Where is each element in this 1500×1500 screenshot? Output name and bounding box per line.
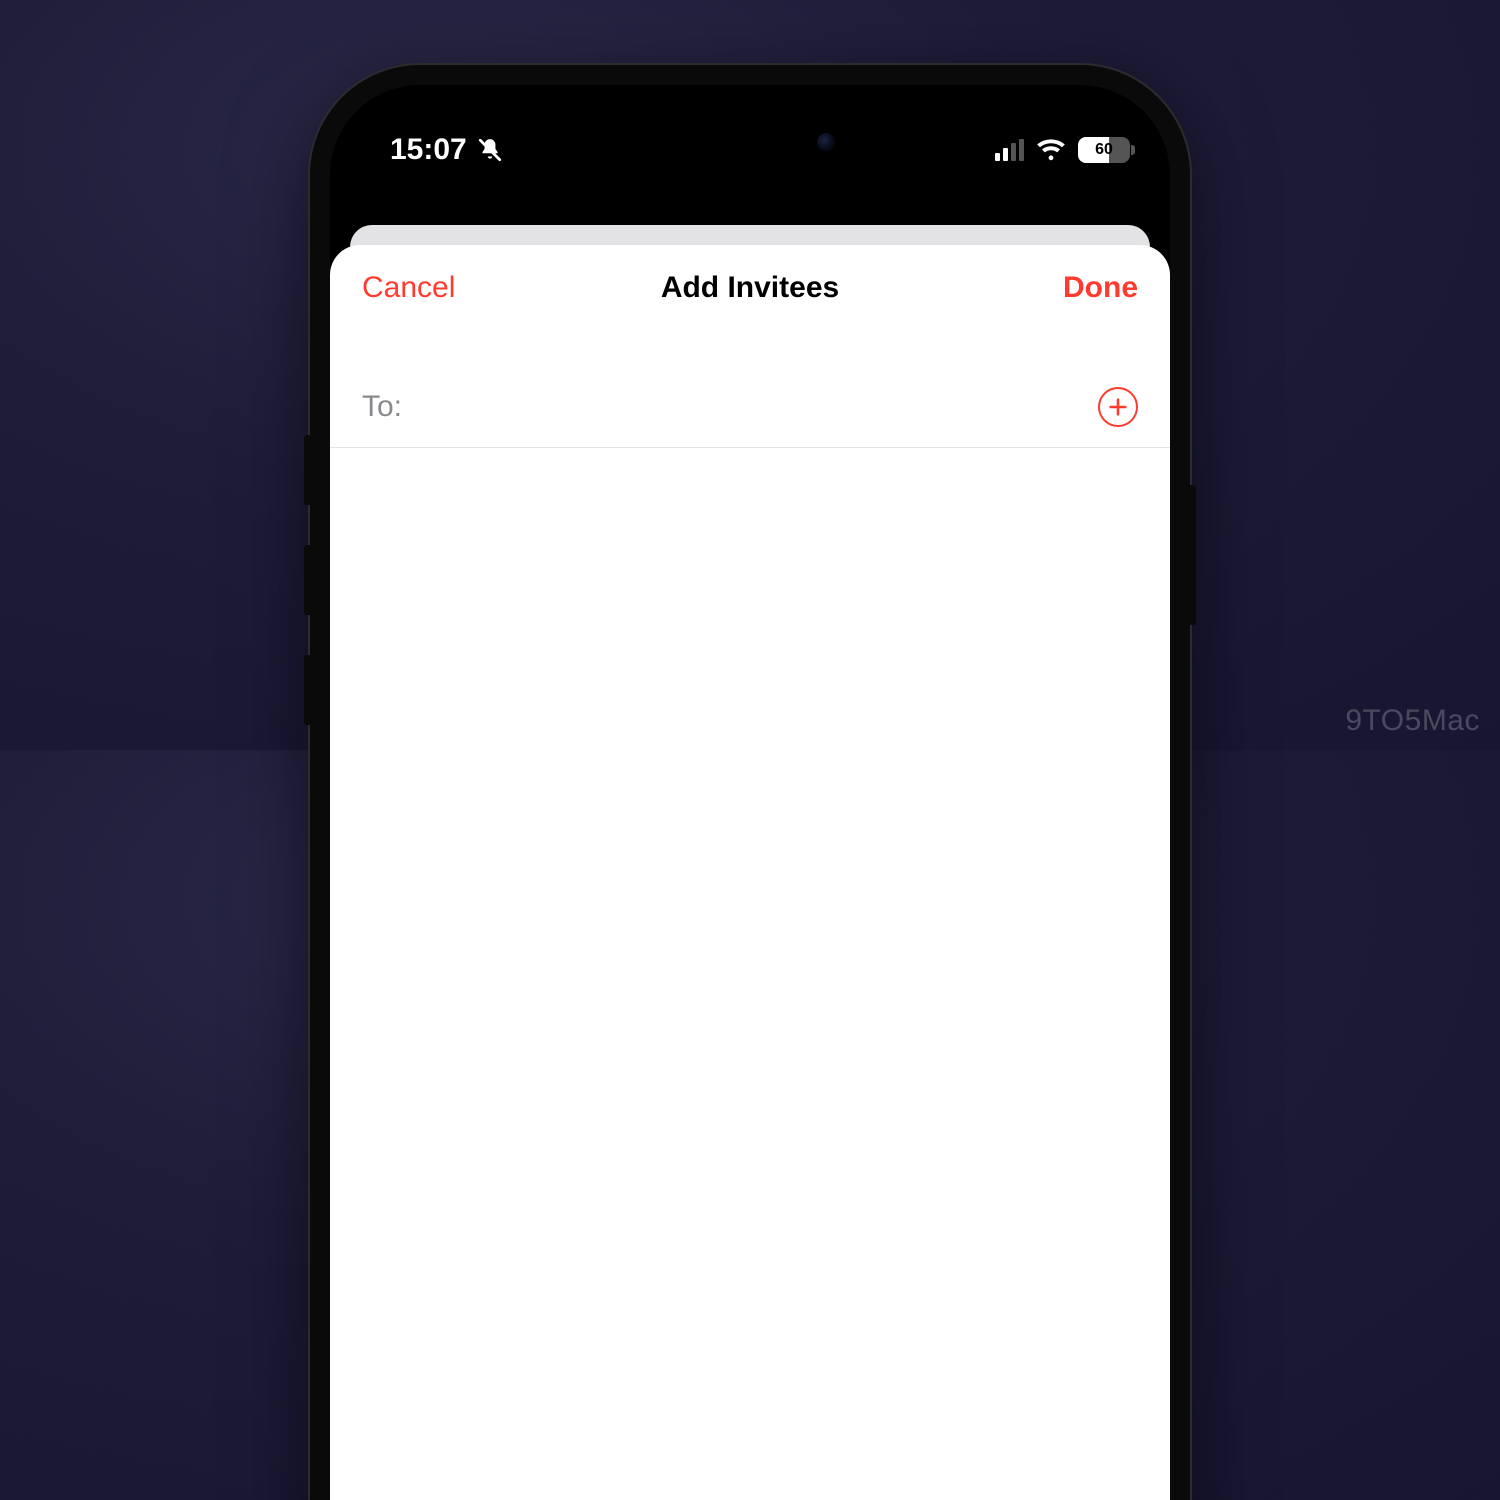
front-camera <box>817 133 835 151</box>
sheet-nav-bar: Cancel Add Invitees Done <box>330 245 1170 331</box>
battery-percent-label: 60 <box>1078 137 1130 163</box>
to-input[interactable] <box>416 390 1098 424</box>
done-button[interactable]: Done <box>988 271 1138 305</box>
modal-sheet-stack: Cancel Add Invitees Done To: <box>330 225 1170 1500</box>
sheet-title: Add Invitees <box>512 271 988 305</box>
dynamic-island <box>645 115 855 169</box>
phone-frame: 15:07 60 <box>310 65 1190 1500</box>
status-right: 60 <box>995 137 1130 163</box>
plus-icon <box>1107 396 1129 418</box>
battery-indicator: 60 <box>1078 137 1130 163</box>
wifi-icon <box>1036 138 1066 162</box>
to-field-row: To: <box>330 367 1170 448</box>
add-contact-button[interactable] <box>1098 387 1138 427</box>
status-time: 15:07 <box>390 133 467 167</box>
silent-bell-icon <box>477 137 503 163</box>
status-left: 15:07 <box>390 133 503 167</box>
to-label: To: <box>362 390 402 424</box>
cellular-signal-icon <box>995 139 1024 161</box>
cancel-button[interactable]: Cancel <box>362 271 512 305</box>
phone-screen: 15:07 60 <box>330 85 1170 1500</box>
add-invitees-sheet: Cancel Add Invitees Done To: <box>330 245 1170 1500</box>
watermark: 9TO5Mac <box>1345 704 1480 738</box>
